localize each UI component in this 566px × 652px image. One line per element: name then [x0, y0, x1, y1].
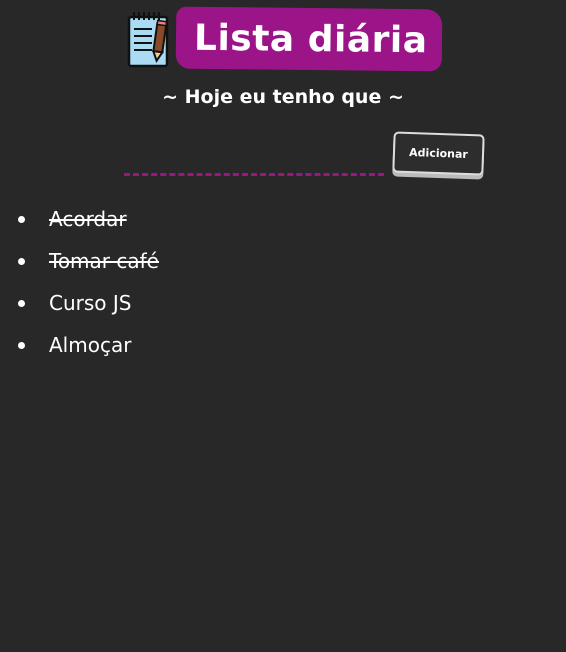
bullet-icon [18, 258, 25, 265]
task-text: Tomar café [49, 249, 159, 273]
title-badge: Lista diária [175, 6, 443, 72]
task-list: Acordar Tomar café Curso JS Almoçar [0, 198, 159, 366]
add-button[interactable]: Adicionar [392, 131, 485, 176]
task-input[interactable] [124, 146, 384, 172]
bullet-icon [18, 216, 25, 223]
bullet-icon [18, 300, 25, 307]
notepad-pencil-icon [127, 12, 169, 68]
bullet-icon [18, 342, 25, 349]
list-item[interactable]: Acordar [0, 198, 159, 240]
list-item[interactable]: Curso JS [0, 282, 159, 324]
list-item[interactable]: Almoçar [0, 324, 159, 366]
task-input-underline [124, 173, 384, 176]
task-text: Curso JS [49, 291, 132, 315]
list-item[interactable]: Tomar café [0, 240, 159, 282]
header: Lista diária [126, 6, 443, 72]
page-title: Lista diária [193, 17, 428, 61]
subtitle: ~ Hoje eu tenho que ~ [162, 86, 404, 108]
task-text: Acordar [49, 207, 127, 231]
page: Lista diária ~ Hoje eu tenho que ~ Adici… [0, 0, 566, 652]
task-text: Almoçar [49, 333, 132, 357]
